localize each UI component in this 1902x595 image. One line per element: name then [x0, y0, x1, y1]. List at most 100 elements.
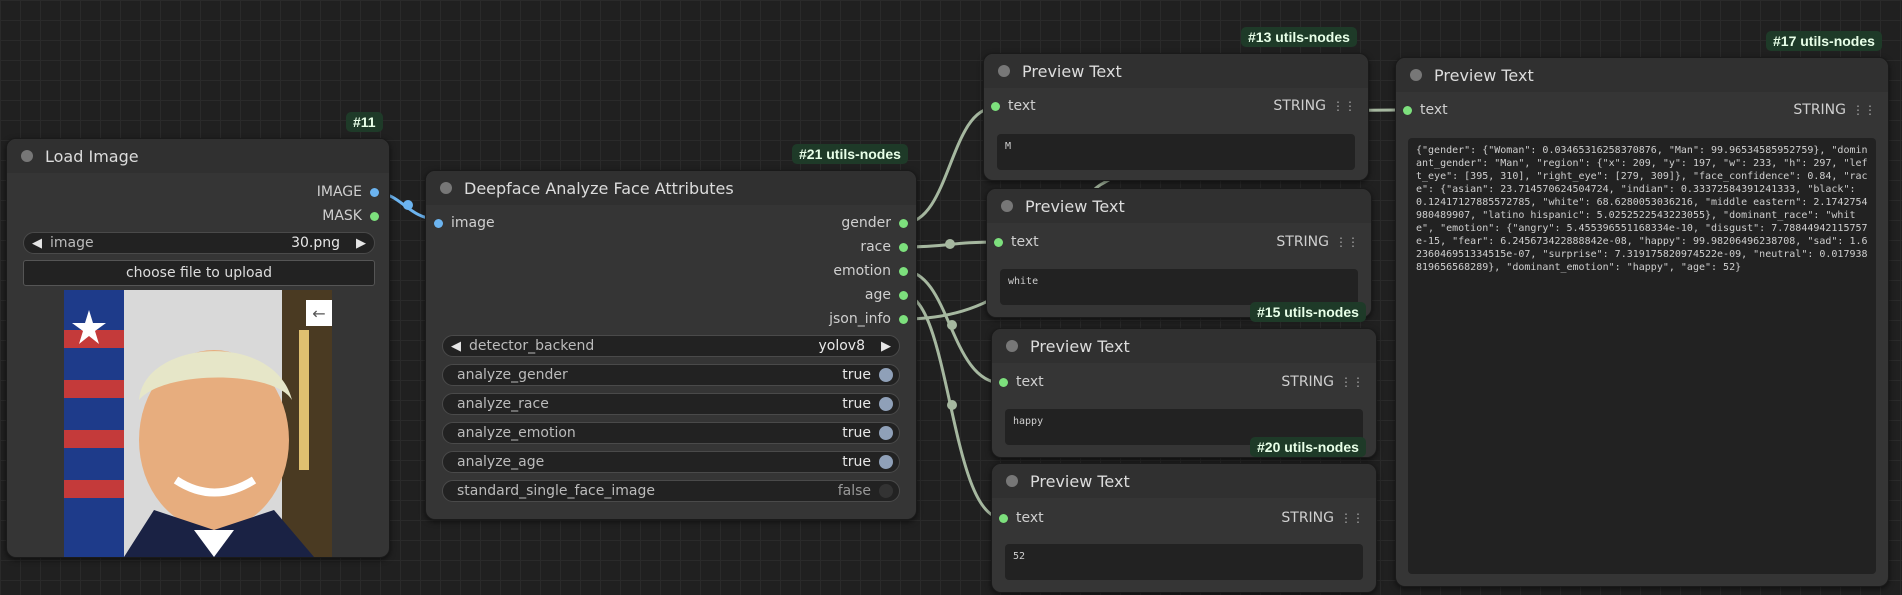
load-image-node[interactable]: Load Image IMAGE MASK ◀ image 30.png ▶ c… [6, 138, 390, 558]
arrow-left-icon[interactable]: ◀ [24, 236, 50, 251]
output-slot-json-info[interactable]: json_info [829, 311, 908, 327]
deepface-analyze-node[interactable]: Deepface Analyze Face Attributes image g… [425, 170, 917, 520]
widget-name: analyze_age [457, 454, 545, 470]
toggle-analyze-emotion[interactable]: analyze_emotion true [442, 422, 900, 444]
input-slot-text[interactable]: text [999, 374, 1044, 390]
slot-dot[interactable] [899, 314, 908, 324]
toggle-knob[interactable] [879, 426, 893, 440]
grid-icon[interactable]: ⋮⋮ [1340, 511, 1364, 525]
node-header[interactable]: Preview Text [984, 54, 1368, 88]
widget-name: standard_single_face_image [457, 483, 655, 499]
output-slot-string[interactable]: STRING ⋮⋮ [1793, 102, 1876, 118]
output-slot-gender[interactable]: gender [841, 215, 908, 231]
node-title: Preview Text [1025, 196, 1125, 216]
collapse-dot-icon[interactable] [440, 182, 452, 194]
slot-dot[interactable] [994, 237, 1003, 247]
grid-icon[interactable]: ⋮⋮ [1340, 375, 1364, 389]
node-title: Deepface Analyze Face Attributes [464, 178, 734, 198]
slot-label: json_info [829, 311, 891, 327]
widget-name: analyze_emotion [457, 425, 576, 441]
back-arrow-icon[interactable]: ← [306, 300, 332, 326]
image-combo-widget[interactable]: ◀ image 30.png ▶ [23, 232, 375, 254]
slot-dot[interactable] [434, 218, 443, 228]
json-output-area[interactable]: {"gender": {"Woman": 0.03465316258370876… [1408, 138, 1876, 574]
output-slot-mask[interactable]: MASK [322, 208, 379, 224]
upload-button[interactable]: choose file to upload [23, 260, 375, 286]
toggle-analyze-race[interactable]: analyze_race true [442, 393, 900, 415]
text-output-area[interactable]: 52 [1005, 544, 1363, 580]
detector-backend-combo[interactable]: ◀ detector_backend yolov8 ▶ [442, 335, 900, 357]
output-slot-race[interactable]: race [860, 239, 908, 255]
collapse-dot-icon[interactable] [1006, 475, 1018, 487]
toggle-knob[interactable] [879, 484, 893, 498]
node-title: Load Image [45, 146, 139, 166]
node-header[interactable]: Load Image [7, 139, 389, 173]
node-header[interactable]: Deepface Analyze Face Attributes [426, 171, 916, 205]
slot-dot[interactable] [899, 218, 908, 228]
slot-dot[interactable] [999, 377, 1008, 387]
widget-value: false [837, 483, 871, 499]
portrait-image [64, 290, 332, 557]
slot-dot[interactable] [1403, 105, 1412, 115]
link-gender [903, 106, 995, 225]
slot-dot[interactable] [899, 242, 908, 252]
collapse-dot-icon[interactable] [1410, 69, 1422, 81]
preview-text-node-age[interactable]: Preview Text text STRING ⋮⋮ 52 [991, 463, 1377, 593]
input-slot-text[interactable]: text [994, 234, 1039, 250]
text-output-area[interactable]: M [997, 134, 1355, 170]
output-slot-string[interactable]: STRING ⋮⋮ [1273, 98, 1356, 114]
output-slot-string[interactable]: STRING ⋮⋮ [1276, 234, 1359, 250]
grid-icon[interactable]: ⋮⋮ [1335, 235, 1359, 249]
input-slot-text[interactable]: text [999, 510, 1044, 526]
grid-icon[interactable]: ⋮⋮ [1852, 103, 1876, 117]
preview-text-node-json[interactable]: Preview Text text STRING ⋮⋮ {"gender": {… [1395, 57, 1889, 587]
input-slot-image[interactable]: image [434, 215, 495, 231]
output-slot-string[interactable]: STRING ⋮⋮ [1281, 374, 1364, 390]
widget-name: analyze_gender [457, 367, 568, 383]
output-slot-image[interactable]: IMAGE [317, 184, 379, 200]
node-id-badge: #20 utils-nodes [1250, 437, 1366, 457]
preview-text-node-gender[interactable]: Preview Text text STRING ⋮⋮ M [983, 53, 1369, 181]
toggle-knob[interactable] [879, 368, 893, 382]
collapse-dot-icon[interactable] [1001, 200, 1013, 212]
widget-name: analyze_race [457, 396, 549, 412]
slot-dot[interactable] [991, 101, 1000, 111]
toggle-analyze-age[interactable]: analyze_age true [442, 451, 900, 473]
node-header[interactable]: Preview Text [992, 464, 1376, 498]
node-header[interactable]: Preview Text [987, 189, 1371, 223]
text-output-area[interactable]: white [1000, 269, 1358, 305]
slot-dot[interactable] [899, 266, 908, 276]
preview-text-node-race[interactable]: Preview Text text STRING ⋮⋮ white [986, 188, 1372, 318]
arrow-left-icon[interactable]: ◀ [443, 339, 469, 354]
node-id-badge: #17 utils-nodes [1766, 31, 1882, 51]
slot-dot[interactable] [370, 211, 379, 221]
slot-dot[interactable] [999, 513, 1008, 523]
toggle-knob[interactable] [879, 455, 893, 469]
input-slot-text[interactable]: text [991, 98, 1036, 114]
node-id-badge: #21 utils-nodes [792, 144, 908, 164]
arrow-right-icon[interactable]: ▶ [873, 339, 899, 354]
node-header[interactable]: Preview Text [992, 329, 1376, 363]
grid-icon[interactable]: ⋮⋮ [1332, 99, 1356, 113]
toggle-analyze-gender[interactable]: analyze_gender true [442, 364, 900, 386]
collapse-dot-icon[interactable] [1006, 340, 1018, 352]
widget-value: true [842, 425, 871, 441]
widget-name: detector_backend [469, 338, 595, 354]
node-id-badge: #11 [346, 112, 383, 132]
toggle-knob[interactable] [879, 397, 893, 411]
input-slot-text[interactable]: text [1403, 102, 1448, 118]
collapse-dot-icon[interactable] [998, 65, 1010, 77]
slot-label: MASK [322, 208, 362, 224]
slot-label: STRING [1281, 374, 1334, 390]
output-slot-age[interactable]: age [865, 287, 908, 303]
toggle-standard-single-face-image[interactable]: standard_single_face_image false [442, 480, 900, 502]
slot-label: gender [841, 215, 891, 231]
arrow-right-icon[interactable]: ▶ [348, 236, 374, 251]
widget-value: 30.png [291, 235, 340, 251]
output-slot-string[interactable]: STRING ⋮⋮ [1281, 510, 1364, 526]
collapse-dot-icon[interactable] [21, 150, 33, 162]
output-slot-emotion[interactable]: emotion [833, 263, 908, 279]
slot-dot[interactable] [370, 187, 379, 197]
node-header[interactable]: Preview Text [1396, 58, 1888, 92]
slot-dot[interactable] [899, 290, 908, 300]
